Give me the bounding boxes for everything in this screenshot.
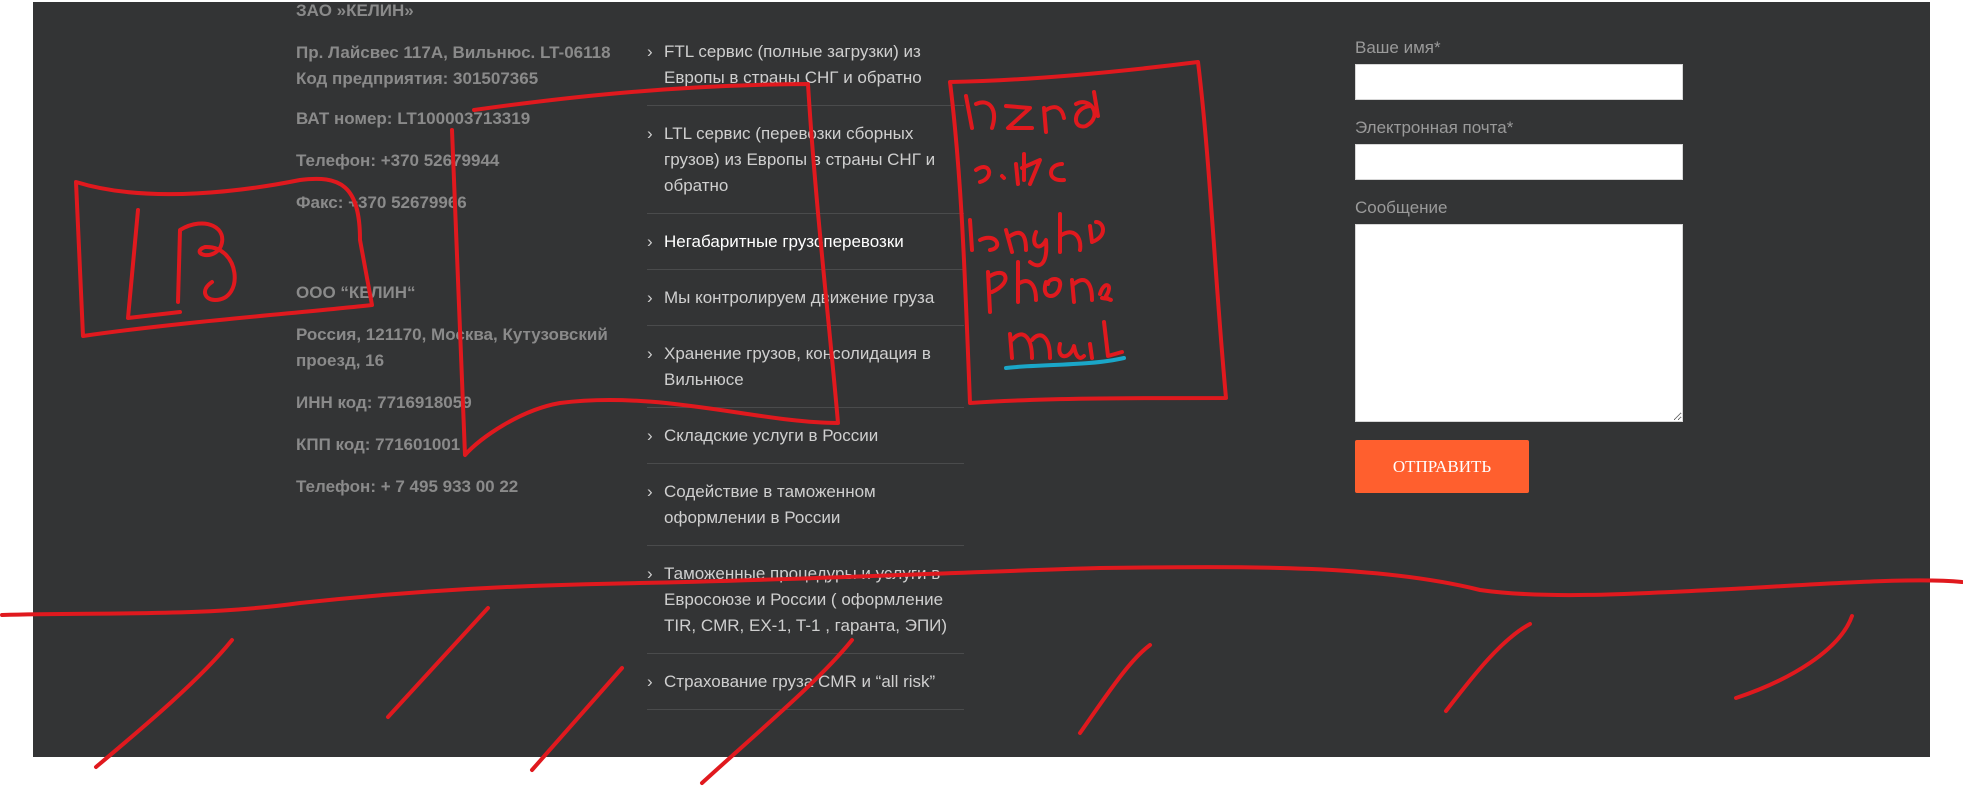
- service-link[interactable]: Складские услуги в России: [664, 426, 878, 445]
- service-link[interactable]: LTL сервис (перевозки сборных грузов) из…: [664, 124, 935, 195]
- company-lt-address: Пр. Лайсвес 117А, Вильнюс. LT-06118 Код …: [296, 40, 626, 92]
- services-column: › FTL сервис (полные загрузки) из Европы …: [647, 36, 964, 722]
- submit-button[interactable]: ОТПРАВИТЬ: [1355, 440, 1529, 493]
- service-item[interactable]: › Негабаритные грузоперевозки: [647, 226, 964, 270]
- message-label: Сообщение: [1355, 198, 1448, 217]
- message-textarea[interactable]: [1355, 224, 1683, 422]
- chevron-right-icon: ›: [647, 42, 653, 61]
- chevron-right-icon: ›: [647, 482, 653, 501]
- company-lt-address-text: Пр. Лайсвес 117А, Вильнюс. LT-06118: [296, 43, 611, 62]
- service-link[interactable]: Негабаритные грузоперевозки: [664, 232, 904, 251]
- company-lt-vat: ВАТ номер: LT100003713319: [296, 109, 531, 128]
- service-item[interactable]: › FTL сервис (полные загрузки) из Европы …: [647, 36, 964, 106]
- company-lt-fax: Факс: +370 52679966: [296, 193, 467, 212]
- service-link[interactable]: FTL сервис (полные загрузки) из Европы в…: [664, 42, 922, 87]
- company-ru-inn: ИНН код: 7716918059: [296, 393, 472, 412]
- service-item[interactable]: › Страхование груза CMR и “all risk”: [647, 666, 964, 710]
- chevron-right-icon: ›: [647, 344, 653, 363]
- services-list: › FTL сервис (полные загрузки) из Европы …: [647, 36, 964, 710]
- contacts-column: ЗАО »КЕЛИН» Пр. Лайсвес 117А, Вильнюс. L…: [296, 0, 626, 516]
- company-lt-name: ЗАО »КЕЛИН»: [296, 1, 414, 20]
- company-lt-code: Код предприятия: 301507365: [296, 69, 539, 88]
- chevron-right-icon: ›: [647, 288, 653, 307]
- site-footer: ЗАО »КЕЛИН» Пр. Лайсвес 117А, Вильнюс. L…: [33, 0, 1930, 757]
- service-item[interactable]: › Таможенные процедуры и услуги в Евросою…: [647, 558, 964, 654]
- service-link[interactable]: Страхование груза CMR и “all risk”: [664, 672, 935, 691]
- chevron-right-icon: ›: [647, 426, 653, 445]
- chevron-right-icon: ›: [647, 672, 653, 691]
- company-ru-phone: Телефон: + 7 495 933 00 22: [296, 477, 519, 496]
- service-link[interactable]: Хранение грузов, консолидация в Вильнюсе: [664, 344, 931, 389]
- service-link[interactable]: Мы контролируем движение груза: [664, 288, 934, 307]
- email-label: Электронная почта*: [1355, 118, 1514, 137]
- name-label: Ваше имя*: [1355, 38, 1441, 57]
- contact-form: Ваше имя* Электронная почта* Сообщение О…: [1355, 38, 1683, 493]
- chevron-right-icon: ›: [647, 124, 653, 143]
- service-link[interactable]: Таможенные процедуры и услуги в Евросоюз…: [664, 564, 947, 635]
- service-item[interactable]: › LTL сервис (перевозки сборных грузов) и…: [647, 118, 964, 214]
- company-ru-name: ООО “КЕЛИН“: [296, 283, 416, 302]
- service-item[interactable]: › Хранение грузов, консолидация в Вильнюс…: [647, 338, 964, 408]
- name-input[interactable]: [1355, 64, 1683, 100]
- email-input[interactable]: [1355, 144, 1683, 180]
- company-lt-phone: Телефон: +370 52679944: [296, 151, 500, 170]
- service-item[interactable]: › Содействие в таможенном оформлении в Ро…: [647, 476, 964, 546]
- service-link[interactable]: Содействие в таможенном оформлении в Рос…: [664, 482, 876, 527]
- service-item[interactable]: › Мы контролируем движение груза: [647, 282, 964, 326]
- company-ru-address: Россия, 121170, Москва, Кутузовский прое…: [296, 325, 608, 370]
- company-ru-kpp: КПП код: 771601001: [296, 435, 461, 454]
- chevron-right-icon: ›: [647, 232, 653, 251]
- chevron-right-icon: ›: [647, 564, 653, 583]
- service-item[interactable]: › Складские услуги в России: [647, 420, 964, 464]
